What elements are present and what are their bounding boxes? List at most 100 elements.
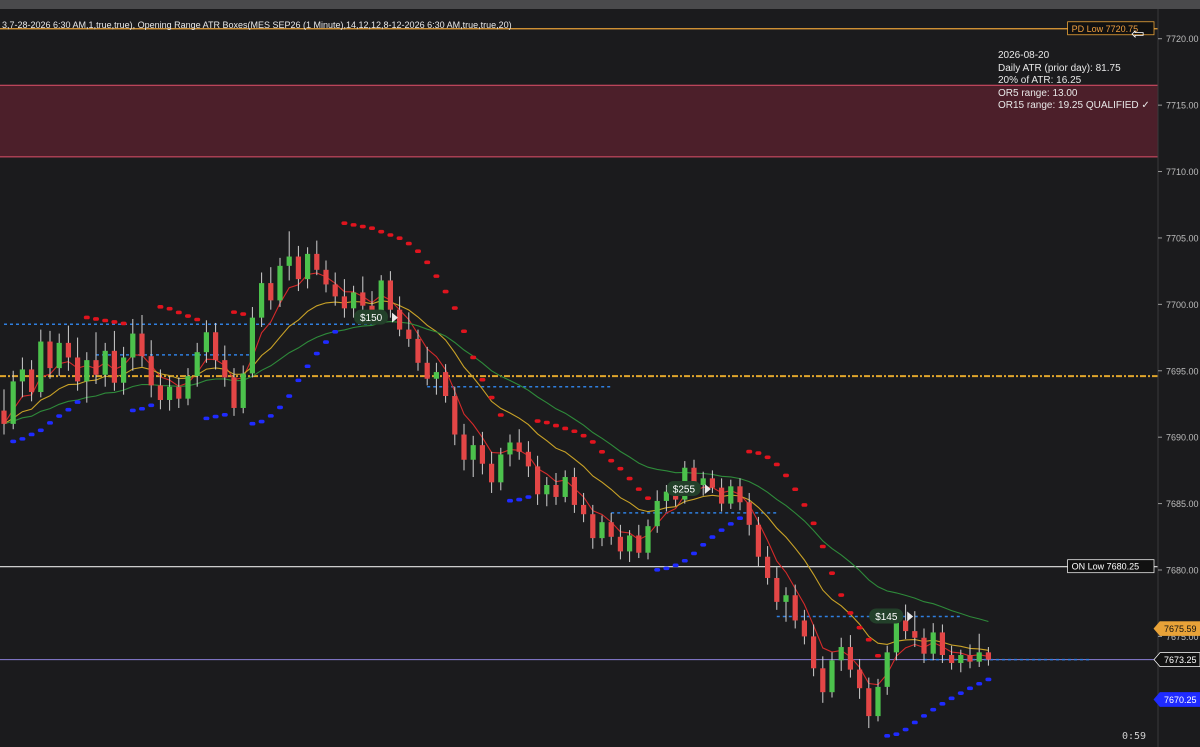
candle-body [387,280,393,310]
candle-body [231,377,237,408]
psar-dot-40 [369,226,375,231]
psar-dot-106 [976,681,983,686]
psar-dot-34 [313,351,320,356]
psar-dot-74 [681,558,688,563]
back-arrow-icon[interactable]: ⇦ [1131,24,1144,44]
candle-body [617,536,623,552]
candle-body [203,332,209,353]
psar-dot-24 [221,413,228,417]
price-tag-label: 7675.59 [1164,624,1197,634]
psar-dot-45 [415,249,421,253]
psar-dot-78 [718,528,725,532]
candle-body [470,445,476,460]
candle-body [838,647,844,661]
candle-body [709,478,715,488]
candle-body [719,487,725,504]
candle-body [866,688,872,717]
psar-dot-70 [645,496,651,500]
psar-dot-43 [396,236,403,240]
psar-dot-62 [571,429,578,434]
level-label-1: ON Low 7680.25 [1072,562,1140,572]
trade-label-text: $255 [673,484,696,495]
candle-body [774,577,780,602]
axis-tick-label-4: 7700.00 [1166,300,1199,310]
psar-dot-75 [691,551,697,556]
candle-body [811,636,817,669]
psar-dot-54 [497,413,504,417]
psar-dot-61 [562,426,569,431]
psar-dot-32 [295,378,302,383]
candle-body [857,669,863,689]
psar-dot-15 [139,406,145,411]
psar-dot-50 [461,329,467,334]
candle-body [130,333,136,358]
psar-dot-79 [727,522,734,526]
psar-dot-97 [893,732,900,736]
psar-dot-92 [847,611,854,615]
psar-dot-103 [948,696,955,701]
psar-dot-66 [608,458,615,463]
price-chart[interactable]: PD Low 7720.75 ON Low 7680.25 $150 $255 $14… [0,9,1200,747]
candle-body [976,652,982,662]
psar-dot-42 [387,233,394,237]
psar-dot-25 [231,310,237,314]
psar-dot-2 [19,437,26,441]
psar-dot-41 [378,229,385,234]
candle-body [29,369,35,393]
candle-body [985,652,991,660]
candle-body [636,535,642,553]
candle-body [967,655,973,662]
psar-dot-28 [258,419,265,424]
axis-tick-label-0: 7720.00 [1166,34,1199,44]
candle-body [783,595,789,602]
candle-body [939,632,945,656]
candle-body [489,463,495,483]
psar-dot-57 [525,495,532,499]
candle-body [314,253,320,270]
psar-dot-88 [810,521,817,526]
psar-dot-56 [516,497,523,502]
candle-body [148,356,154,386]
candle-body [801,620,807,637]
candle-body [765,556,771,578]
candle-body [553,484,559,497]
psar-dot-69 [635,487,642,491]
axis-tick-label-1: 7715.00 [1166,101,1199,111]
zone-layer [0,84,1158,158]
psar-dot-91 [838,593,845,597]
psar-dot-90 [829,571,835,575]
psar-dot-17 [157,305,164,309]
psar-dot-82 [755,451,762,455]
candle-body [295,256,301,280]
candle-body [332,284,338,297]
trade-label-text: $145 [875,612,898,623]
candle-body [645,526,651,553]
trade-label-text: $150 [360,313,383,324]
candle-body [424,362,430,379]
psar-dot-67 [617,466,624,471]
candle-body [608,522,614,537]
candle-body [599,522,605,539]
candle-body [240,373,246,408]
psar-dot-29 [267,414,274,418]
psar-dot-21 [194,317,201,322]
candle-body [737,486,743,503]
psar-dot-4 [37,428,44,433]
psar-dot-1 [10,439,17,444]
candle-body [958,655,964,663]
psar-dot-49 [451,306,458,310]
psar-dot-16 [148,403,155,408]
candle-body [875,686,881,717]
psar-dot-60 [553,423,559,428]
candle-body [820,668,826,693]
candle-body [571,477,577,505]
psar-dot-36 [332,329,339,334]
candle-body [829,660,835,693]
psar-dot-104 [957,691,964,695]
psar-dot-65 [599,449,605,454]
price-tag-0: 7675.59 [1153,621,1200,636]
psar-dot-6 [56,414,63,418]
candle-body [535,466,541,495]
psar-dot-38 [350,223,357,227]
psar-dot-98 [902,727,909,732]
